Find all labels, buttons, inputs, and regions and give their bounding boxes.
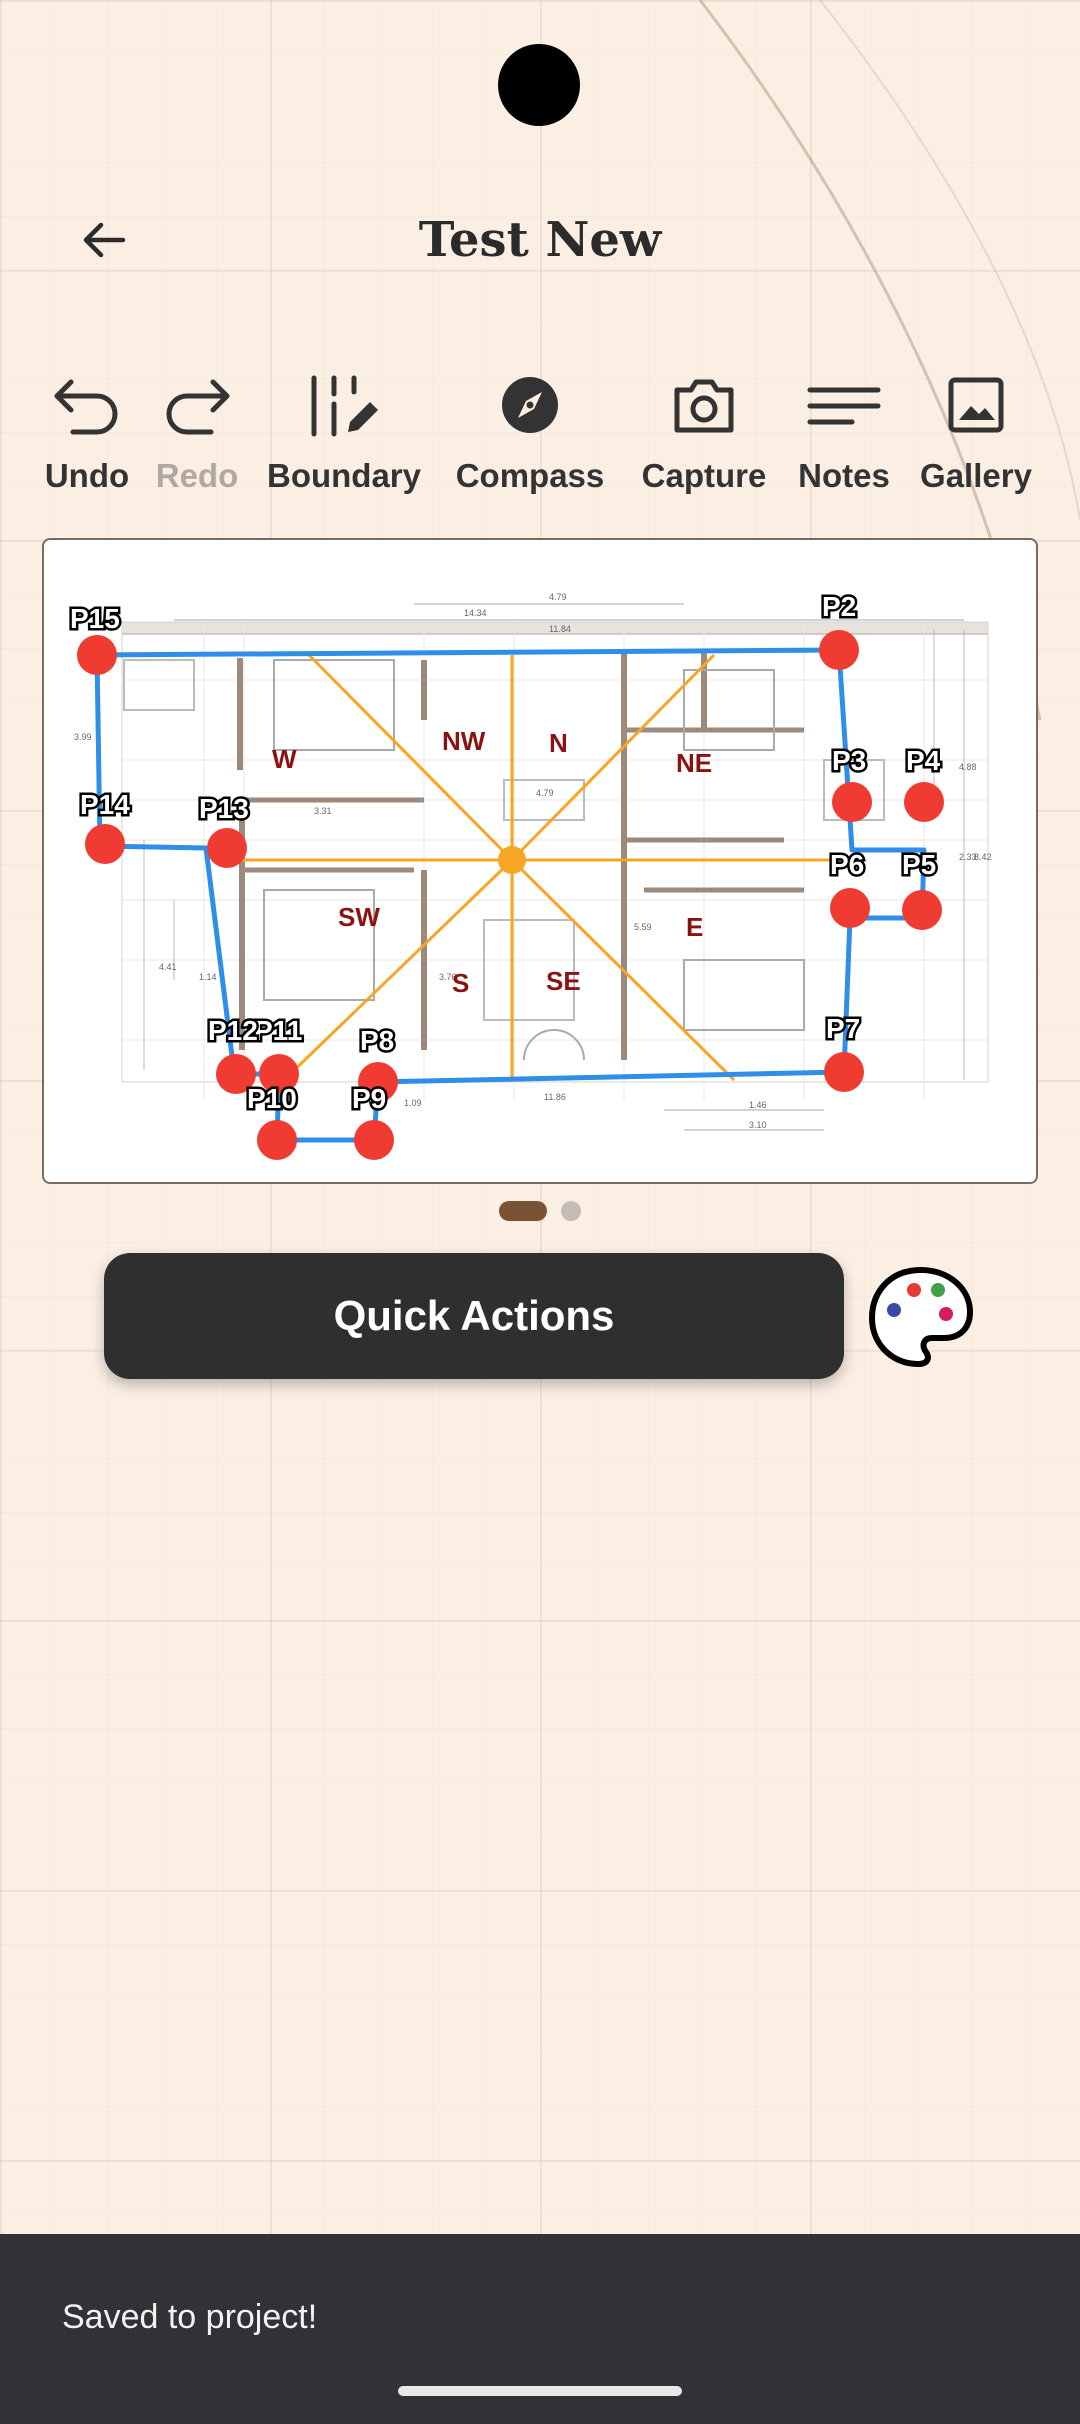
home-indicator[interactable] — [398, 2386, 682, 2396]
floorplan-svg[interactable]: 4.79 14.34 11.84 3.99 3.31 4.79 4.88 2.3… — [44, 540, 1038, 1184]
direction-e: E — [686, 912, 703, 942]
page-indicator — [0, 1198, 1080, 1224]
camera-icon — [674, 379, 734, 433]
svg-text:4.79: 4.79 — [549, 592, 567, 602]
palette-icon — [869, 1267, 973, 1367]
direction-sw: SW — [338, 902, 380, 932]
compass-center[interactable] — [498, 846, 526, 874]
svg-text:5.59: 5.59 — [634, 922, 652, 932]
point-label-p6: P6 — [830, 849, 864, 880]
compass-icon — [502, 377, 558, 433]
notes-button[interactable]: Notes — [794, 365, 894, 505]
image-icon — [948, 377, 1004, 433]
palette-button[interactable] — [866, 1262, 976, 1372]
point-p14[interactable] — [85, 824, 125, 864]
direction-s: S — [452, 968, 469, 998]
direction-n: N — [549, 728, 568, 758]
snackbar-message: Saved to project! — [62, 2298, 318, 2336]
point-label-p15: P15 — [70, 603, 120, 634]
boundary-button[interactable]: Boundary — [264, 365, 424, 505]
floorplan-canvas[interactable]: 4.79 14.34 11.84 3.99 3.31 4.79 4.88 2.3… — [42, 538, 1038, 1184]
svg-text:3.99: 3.99 — [74, 732, 92, 742]
point-label-p2: P2 — [822, 591, 856, 622]
svg-text:1.09: 1.09 — [404, 1098, 422, 1108]
svg-text:4.88: 4.88 — [959, 762, 977, 772]
compass-label: Compass — [455, 457, 605, 494]
page-dot-active[interactable] — [499, 1201, 547, 1221]
point-label-p4: P4 — [906, 745, 941, 776]
svg-text:1.14: 1.14 — [199, 972, 217, 982]
point-p2[interactable] — [819, 630, 859, 670]
svg-text:11.86: 11.86 — [544, 1092, 566, 1102]
svg-text:14.34: 14.34 — [464, 608, 487, 618]
direction-w: W — [272, 744, 297, 774]
boundary-label: Boundary — [266, 457, 421, 494]
capture-label: Capture — [641, 457, 767, 494]
point-label-p7: P7 — [826, 1013, 860, 1044]
point-p9[interactable] — [354, 1120, 394, 1160]
capture-button[interactable]: Capture — [634, 365, 774, 505]
svg-text:4.41: 4.41 — [159, 962, 177, 972]
page-dot[interactable] — [561, 1201, 581, 1221]
point-p15[interactable] — [77, 635, 117, 675]
point-label-p12: P12 — [208, 1015, 258, 1046]
undo-label: Undo — [44, 457, 130, 494]
point-p6[interactable] — [830, 888, 870, 928]
redo-button[interactable]: Redo — [152, 365, 242, 505]
direction-labels: N NE E SE S SW W NW — [272, 726, 712, 998]
direction-se: SE — [546, 966, 581, 996]
svg-text:4.79: 4.79 — [536, 788, 554, 798]
direction-ne: NE — [676, 748, 712, 778]
direction-nw: NW — [442, 726, 486, 756]
svg-text:8.42: 8.42 — [974, 852, 992, 862]
toolbar: Undo Redo Boundary Compass Capture Notes… — [0, 365, 1080, 505]
point-label-p13: P13 — [199, 793, 249, 824]
point-label-p11: P11 — [254, 1015, 302, 1046]
point-p10[interactable] — [257, 1120, 297, 1160]
camera-cutout — [498, 44, 580, 126]
point-p13[interactable] — [207, 828, 247, 868]
page-title: Test New — [418, 212, 662, 268]
svg-text:1.46: 1.46 — [749, 1100, 767, 1110]
gallery-label: Gallery — [920, 457, 1032, 494]
point-label-p8: P8 — [360, 1025, 394, 1056]
undo-icon — [54, 379, 118, 435]
point-label-p3: P3 — [832, 745, 866, 776]
svg-text:3.31: 3.31 — [314, 806, 332, 816]
point-label-p10: P10 — [247, 1083, 297, 1114]
point-p7[interactable] — [824, 1052, 864, 1092]
boundary-pencil-icon — [311, 375, 378, 437]
redo-icon — [166, 379, 230, 435]
point-label-p14: P14 — [80, 789, 130, 820]
quick-actions-button[interactable]: Quick Actions — [104, 1253, 844, 1379]
point-label-p5: P5 — [902, 849, 936, 880]
arrow-left-icon — [83, 222, 126, 258]
point-p4[interactable] — [904, 782, 944, 822]
back-button[interactable] — [64, 200, 144, 280]
notes-lines-icon — [807, 387, 881, 425]
svg-text:11.84: 11.84 — [549, 624, 571, 634]
redo-label: Redo — [155, 457, 239, 494]
svg-text:3.10: 3.10 — [749, 1120, 767, 1130]
undo-button[interactable]: Undo — [42, 365, 132, 505]
compass-button[interactable]: Compass — [450, 365, 610, 505]
point-p5[interactable] — [902, 890, 942, 930]
notes-label: Notes — [798, 457, 890, 494]
gallery-button[interactable]: Gallery — [916, 365, 1036, 505]
point-label-p9: P9 — [352, 1083, 386, 1114]
point-p3[interactable] — [832, 782, 872, 822]
